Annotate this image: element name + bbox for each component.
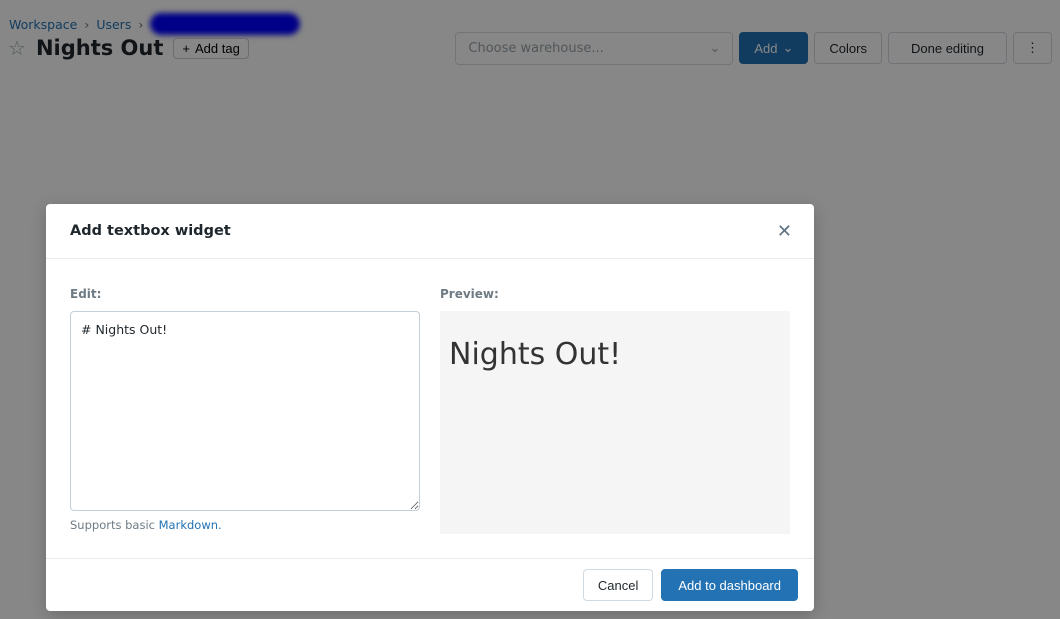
preview-heading: Nights Out!: [449, 337, 622, 372]
markdown-link[interactable]: Markdown.: [159, 518, 222, 532]
close-icon[interactable]: ✕: [777, 221, 792, 242]
markdown-editor[interactable]: # Nights Out!: [70, 311, 420, 511]
cancel-button[interactable]: Cancel: [582, 569, 654, 601]
add-to-dashboard-button[interactable]: Add to dashboard: [661, 569, 798, 601]
dialog-title: Add textbox widget: [70, 223, 231, 239]
preview-label: Preview:: [440, 287, 499, 301]
edit-label: Edit:: [70, 287, 102, 301]
add-textbox-dialog: Add textbox widget ✕ Edit: Preview: # Ni…: [46, 204, 814, 611]
preview-pane: Nights Out!: [440, 311, 790, 534]
hint-text: Supports basic: [70, 518, 159, 532]
markdown-hint: Supports basic Markdown.: [70, 518, 222, 532]
